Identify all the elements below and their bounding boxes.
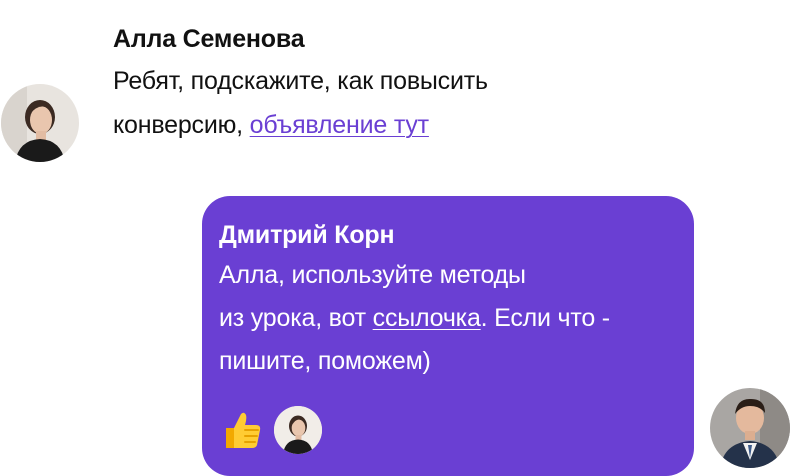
avatar-woman-icon bbox=[274, 406, 322, 454]
lesson-link[interactable]: ссылочка bbox=[373, 304, 481, 332]
message-text-segment: из урока, вот bbox=[219, 304, 373, 332]
reactor-avatar[interactable] bbox=[274, 406, 322, 454]
message-line: конверсию, объявление тут bbox=[113, 103, 713, 147]
message-text-segment: . Если что - bbox=[480, 304, 610, 332]
message-line: Ребят, подскажите, как повысить bbox=[113, 67, 488, 95]
sender-avatar-dmitry[interactable] bbox=[710, 388, 790, 468]
message-text-segment: конверсию, bbox=[113, 111, 250, 139]
thumbs-up-icon[interactable] bbox=[220, 408, 264, 452]
sender-name: Алла Семенова bbox=[113, 25, 305, 53]
message-text: Ребят, подскажите, как повысить конверси… bbox=[113, 59, 713, 147]
ad-link[interactable]: объявление тут bbox=[250, 111, 429, 139]
avatar-man-icon bbox=[710, 388, 790, 468]
avatar-woman-icon bbox=[1, 84, 79, 162]
message-line: Алла, используйте методы bbox=[219, 261, 526, 289]
message-reactions bbox=[220, 404, 322, 456]
sender-avatar-alla[interactable] bbox=[1, 84, 79, 162]
outgoing-message-bubble: Дмитрий Корн Алла, используйте методы из… bbox=[202, 196, 694, 476]
message-line: из урока, вот ссылочка. Если что - bbox=[219, 297, 694, 340]
incoming-message: Алла Семенова Ребят, подскажите, как пов… bbox=[113, 22, 713, 147]
message-line: пишите, поможем) bbox=[219, 347, 431, 375]
message-text: Алла, используйте методы из урока, вот с… bbox=[219, 254, 694, 383]
sender-name: Дмитрий Корн bbox=[219, 221, 395, 249]
